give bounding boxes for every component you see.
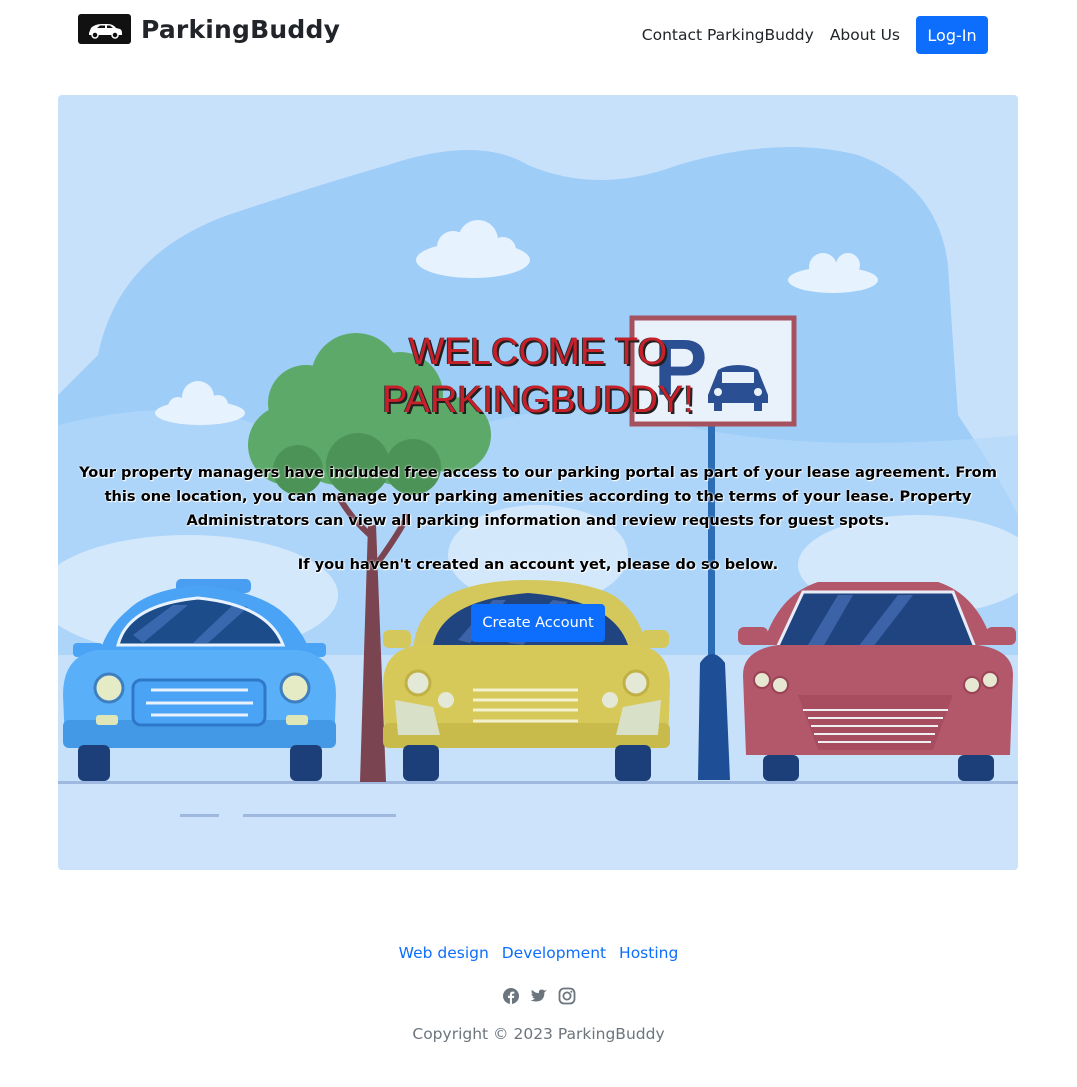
nav-link-contact[interactable]: Contact ParkingBuddy	[642, 26, 814, 44]
footer-link-hosting[interactable]: Hosting	[619, 944, 678, 962]
hero-description: Your property managers have included fre…	[79, 464, 997, 529]
brand[interactable]: ParkingBuddy	[78, 14, 340, 44]
copyright-text: Copyright © 2023 ParkingBuddy	[412, 1025, 665, 1043]
hero-title: WELCOME TO PARKINGBUDDY!	[58, 328, 1018, 424]
car-logo-icon	[78, 14, 131, 44]
nav-link-about[interactable]: About Us	[830, 26, 900, 44]
footer-link-development[interactable]: Development	[502, 944, 606, 962]
login-button[interactable]: Log-In	[916, 16, 988, 54]
red-car-illustration	[738, 582, 1016, 781]
facebook-icon[interactable]	[502, 987, 520, 1005]
navbar: ParkingBuddy Contact ParkingBuddy About …	[0, 0, 1077, 70]
nav-links: Contact ParkingBuddy About Us Log-In	[642, 16, 988, 54]
social-icons	[0, 987, 1077, 1005]
footer-links: Web design Development Hosting	[0, 944, 1077, 962]
footer-link-web-design[interactable]: Web design	[399, 944, 489, 962]
hero-title-line2: PARKINGBUDDY!	[382, 379, 694, 421]
hero-banner: P WELCOME TO PARKINGBUDDY! Your property…	[58, 95, 1018, 870]
brand-name: ParkingBuddy	[141, 14, 341, 44]
twitter-icon[interactable]	[529, 987, 548, 1005]
hero-subtext: If you haven't created an account yet, p…	[297, 556, 779, 573]
hero-title-line1: WELCOME TO	[408, 331, 668, 373]
instagram-icon[interactable]	[558, 987, 576, 1005]
create-account-button[interactable]: Create Account	[471, 604, 605, 642]
